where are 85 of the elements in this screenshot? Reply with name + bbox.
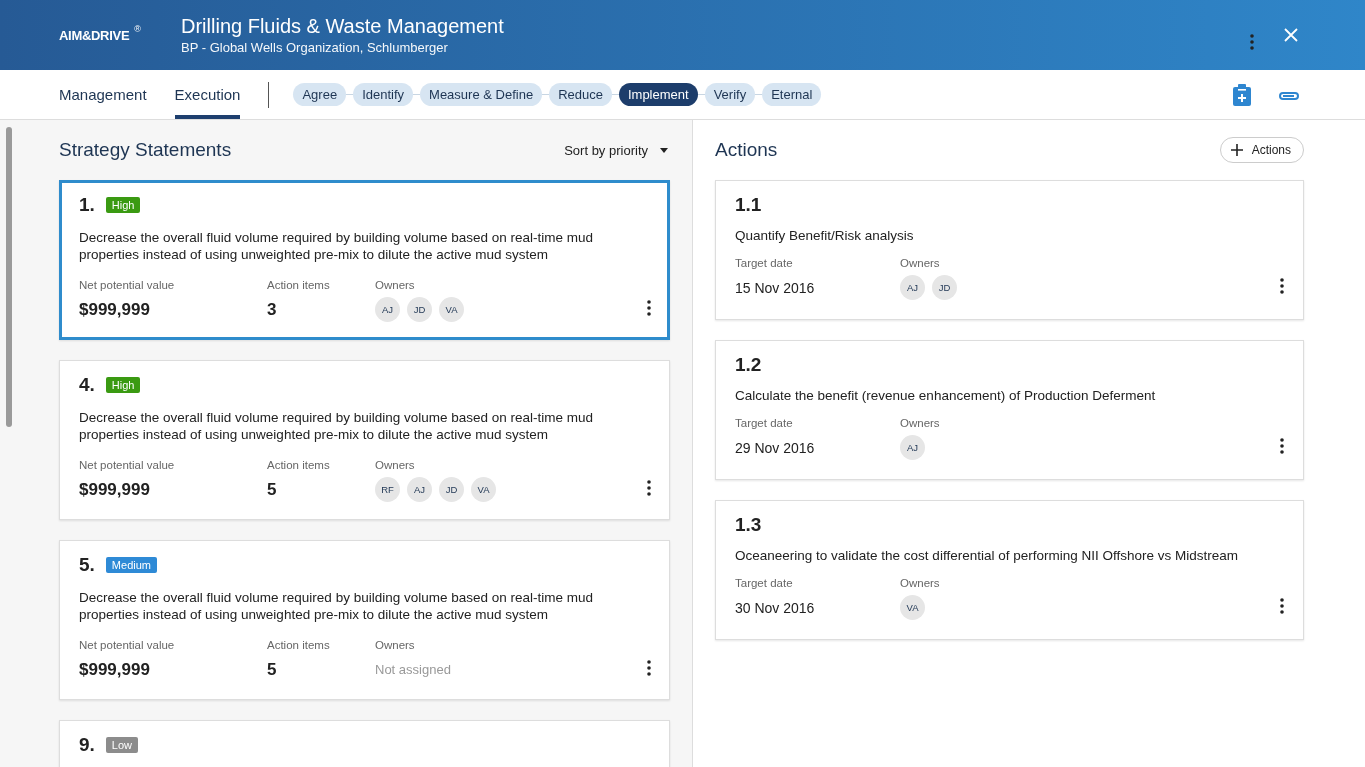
field-label: Owners (900, 257, 941, 269)
owner-avatar: VA (900, 595, 925, 620)
field-label: Target date (735, 417, 794, 429)
more-options-icon[interactable] (647, 660, 651, 676)
value-amount: $999,999 (79, 479, 151, 501)
caret-icon (660, 147, 668, 153)
field-label: Action items (267, 639, 331, 651)
field-label: Owners (375, 459, 416, 471)
registered-mark: ® (134, 23, 141, 34)
more-options-icon[interactable] (647, 300, 651, 316)
owner-avatar: AJ (375, 297, 400, 322)
add-actions-button[interactable]: Actions (1219, 137, 1304, 163)
close-icon[interactable] (1284, 28, 1298, 42)
owner-avatar: AJ (900, 435, 925, 460)
stage-pill[interactable]: Verify (704, 83, 756, 106)
scrollbar-thumb[interactable] (6, 127, 12, 427)
statement-text: Decrease the overall fluid volume required by building volume based on real-time mud properties instead of using unweighted pre-mix to dilute the active mud system (79, 229, 595, 263)
statement-number: 9. (79, 734, 95, 756)
field-label: Net potential value (79, 279, 176, 291)
owner-avatar: RF (375, 477, 400, 502)
strategy-card[interactable] (59, 180, 670, 340)
stage-pill[interactable]: Identify (353, 83, 414, 106)
owner-avatar: JD (407, 297, 432, 322)
action-text: Oceaneering to validate the cost differential of performing NII Offshore vs Midstream (735, 548, 1239, 563)
priority-badge: Low (105, 737, 139, 753)
action-text: Calculate the benefit (revenue enhancement) of Production Deferment (735, 388, 1157, 403)
clipboard-plus-icon[interactable] (1233, 83, 1251, 106)
stage-pill[interactable]: Measure & Define (420, 83, 543, 106)
section-title: Actions (715, 139, 778, 161)
value-amount: $999,999 (79, 659, 151, 681)
owners-empty: Not assigned (375, 661, 452, 679)
sort-dropdown[interactable]: Sort by priority (564, 142, 668, 158)
brand-logo: AIM&DRIVE (59, 27, 130, 43)
priority-badge: High (105, 197, 141, 213)
nav-tab[interactable]: Management (59, 70, 147, 119)
target-date: 30 Nov 2016 (735, 599, 816, 618)
target-date: 15 Nov 2016 (735, 279, 816, 298)
more-options-icon[interactable] (1280, 598, 1284, 614)
action-count: 5 (267, 479, 278, 501)
plus-icon (1230, 144, 1243, 156)
field-label: Net potential value (79, 459, 176, 471)
field-label: Target date (735, 257, 794, 269)
statement-number: 4. (79, 374, 95, 396)
action-card[interactable]: 1.3 Oceaneering to validate the cost differential of performing NII Offshore vs Midstream Target date 30 Nov 2016 Owners VA (715, 500, 1304, 640)
field-label: Target date (735, 577, 794, 589)
owner-avatar: AJ (900, 275, 925, 300)
stage-pill[interactable]: Eternal (762, 83, 822, 106)
action-card[interactable]: 1.1 Quantify Benefit/Risk analysis Target date 15 Nov 2016 Owners AJ JD (715, 180, 1304, 320)
field-label: Owners (375, 639, 416, 651)
stage-pill[interactable]: Agree (293, 83, 347, 106)
owner-avatar: JD (439, 477, 464, 502)
action-card[interactable]: 1.2 Calculate the benefit (revenue enhancement) of Production Deferment Target date 29 Nov 2016 Owners AJ (715, 340, 1304, 480)
statement-number: 1. (79, 194, 95, 216)
owner-avatar: AJ (407, 477, 432, 502)
action-number: 1.3 (735, 514, 763, 536)
window-title: Drilling Fluids & Waste Management (181, 15, 505, 38)
action-number: 1.1 (735, 194, 763, 216)
field-label: Net potential value (79, 639, 176, 651)
section-title: Strategy Statements (59, 139, 232, 161)
action-number: 1.2 (735, 354, 763, 376)
owner-avatar: JD (932, 275, 957, 300)
target-date: 29 Nov 2016 (735, 439, 816, 458)
strategy-card[interactable]: 9. Low (59, 720, 670, 767)
field-label: Owners (375, 279, 416, 291)
value-amount: $999,999 (79, 299, 151, 321)
stage-pill[interactable]: Implement (618, 83, 698, 106)
stage-pill[interactable]: Reduce (549, 83, 612, 106)
owner-avatar: VA (439, 297, 464, 322)
field-label: Owners (900, 577, 941, 589)
statement-text: Decrease the overall fluid volume required by building volume based on real-time mud properties instead of using unweighted pre-mix to dilute the active mud system (79, 589, 595, 623)
statement-text: Decrease the overall fluid volume required by building volume based on real-time mud properties instead of using unweighted pre-mix to dilute the active mud system (79, 409, 595, 443)
field-label: Owners (900, 417, 941, 429)
more-options-icon[interactable] (1280, 438, 1284, 454)
more-options-icon[interactable] (647, 480, 651, 496)
priority-badge: High (105, 377, 141, 393)
field-label: Action items (267, 279, 331, 291)
statement-number: 5. (79, 554, 95, 576)
action-count: 3 (267, 299, 278, 321)
field-label: Action items (267, 459, 331, 471)
more-options-icon[interactable] (1280, 278, 1284, 294)
action-count: 5 (267, 659, 278, 681)
action-text: Quantify Benefit/Risk analysis (735, 228, 915, 243)
priority-badge: Medium (105, 557, 157, 573)
window-subtitle: BP - Global Wells Organization, Schlumberger (181, 40, 449, 55)
owner-avatar: VA (471, 477, 496, 502)
